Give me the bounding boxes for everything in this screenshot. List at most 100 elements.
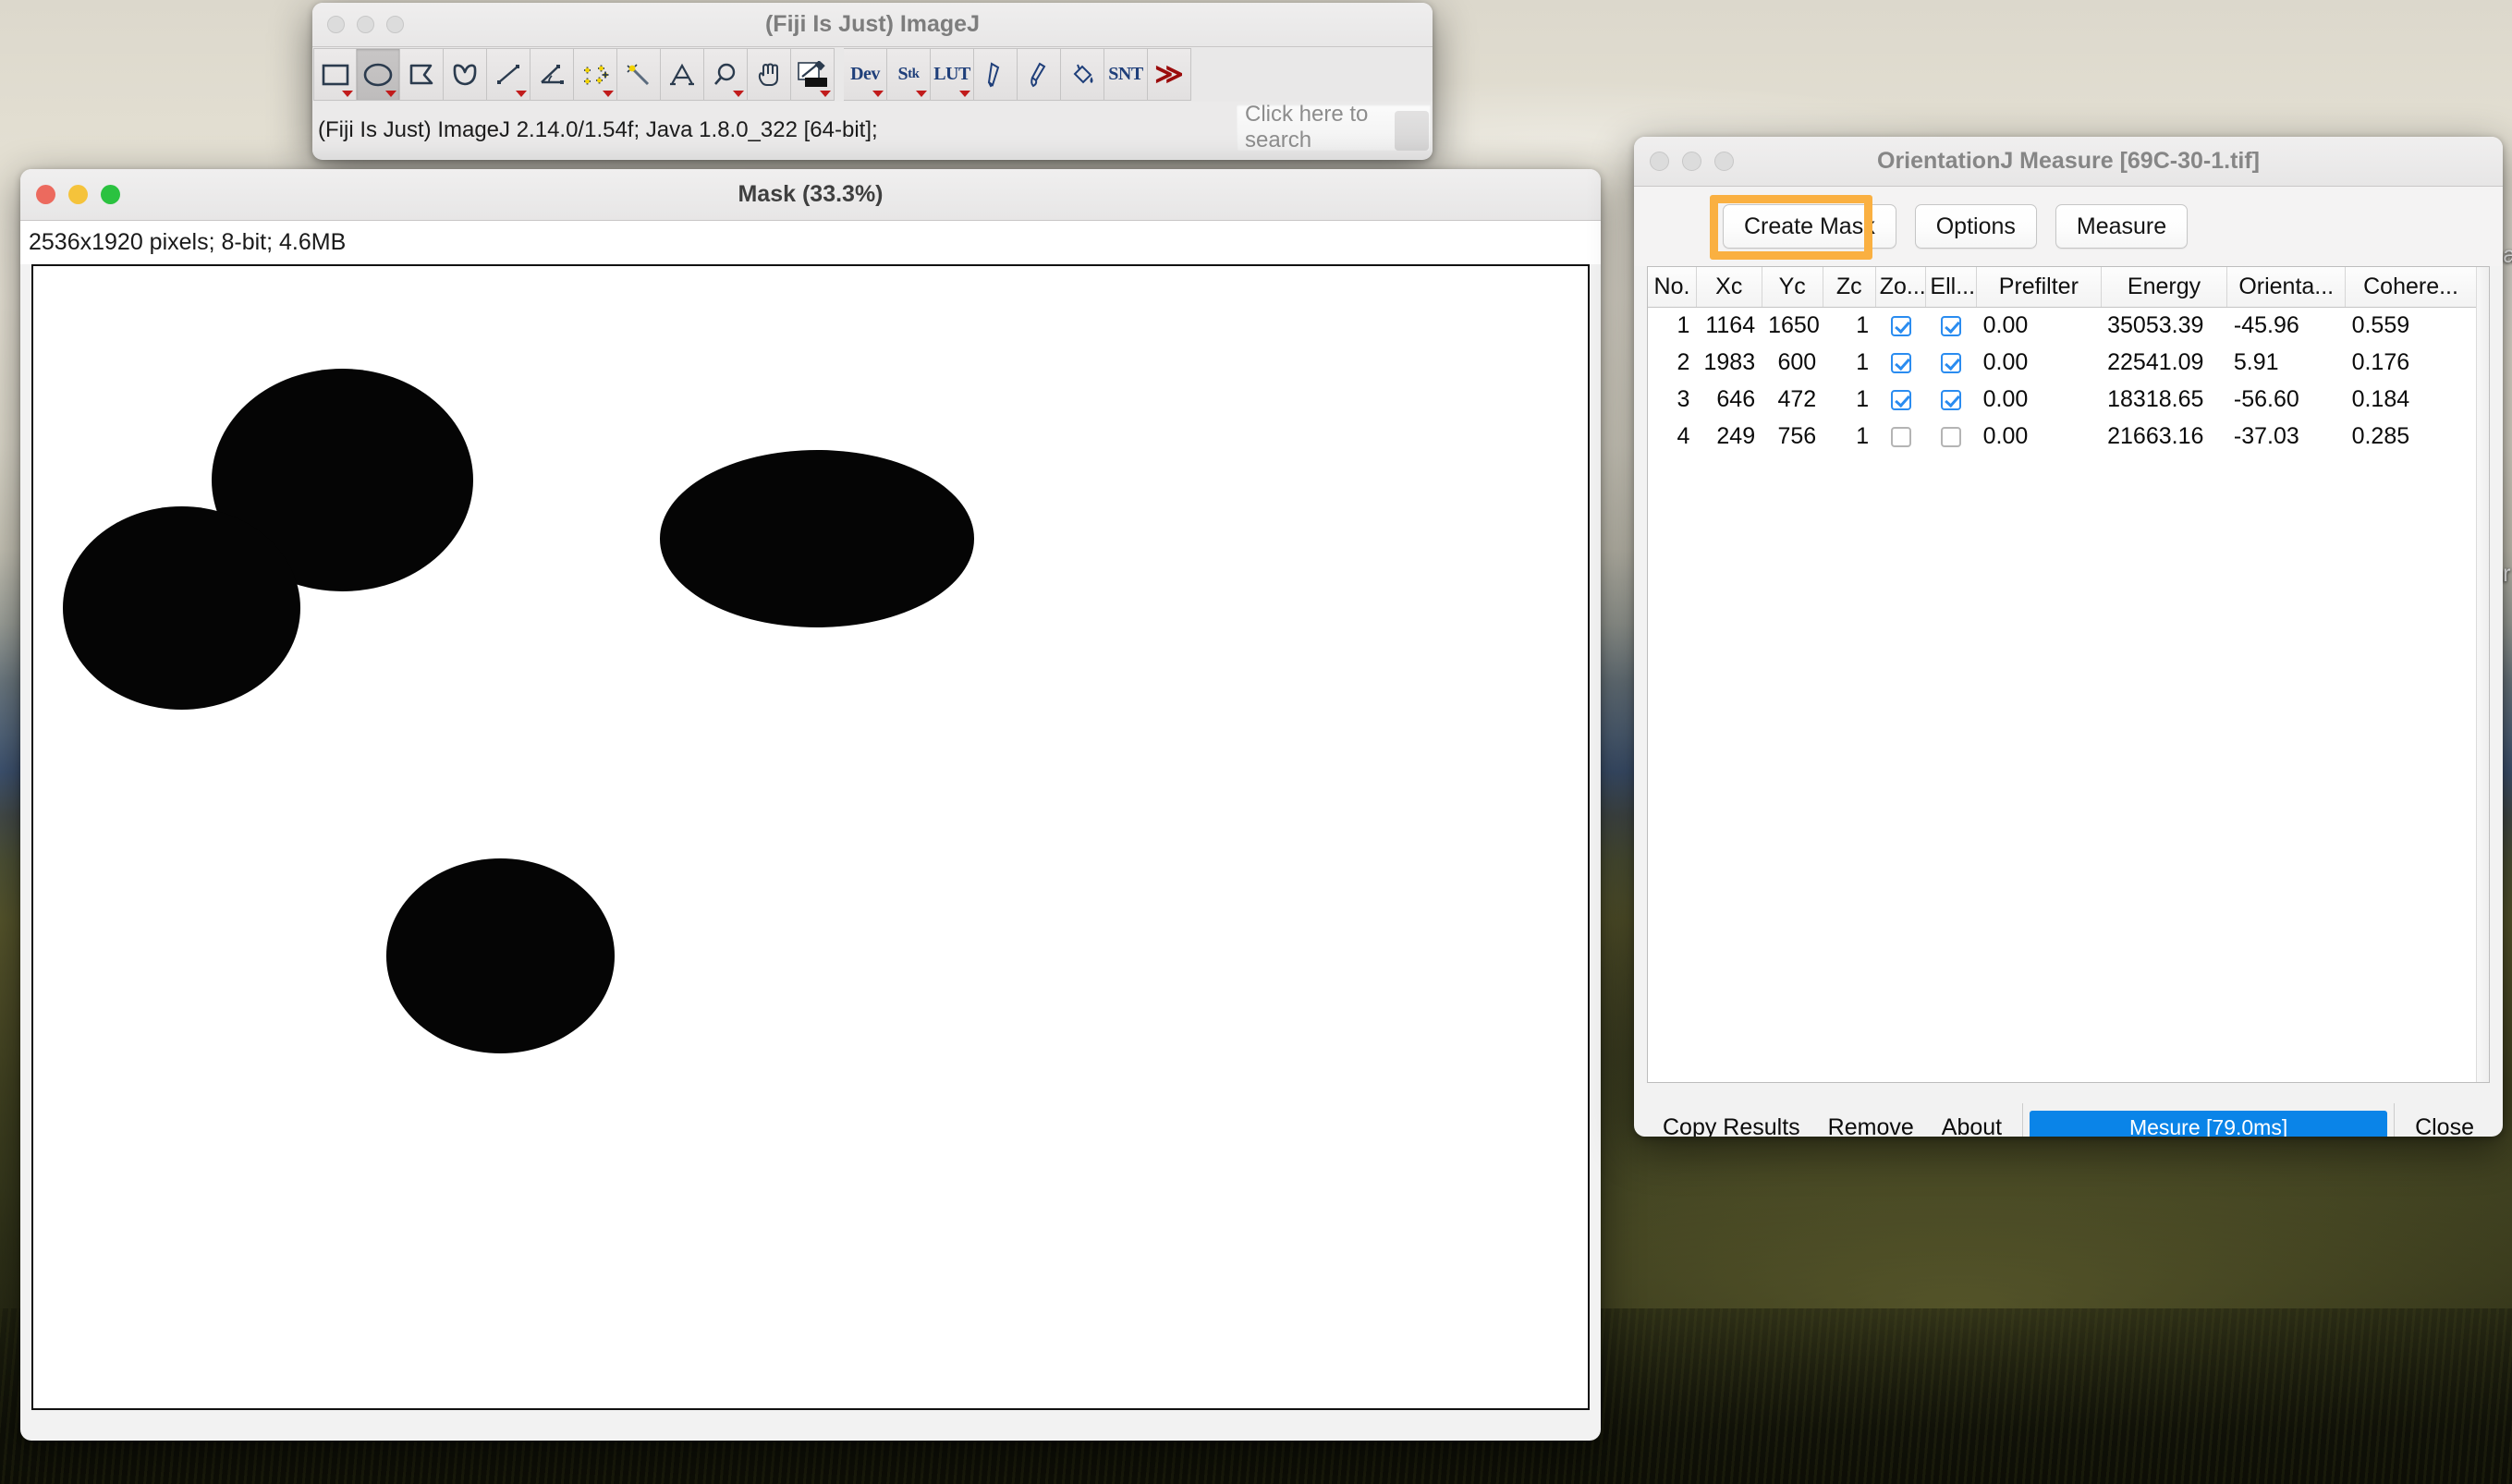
ellipse-checkbox[interactable] xyxy=(1941,389,1962,410)
search-input[interactable]: Click here to search xyxy=(1237,102,1431,152)
table-row[interactable]: 1 1164 1650 1 0.00 35053.39 -45.96 0.559 xyxy=(1648,307,2476,344)
point-tool-arrow-icon[interactable] xyxy=(603,91,614,97)
create-mask-button[interactable]: Create Mask xyxy=(1723,204,1896,249)
imagej-toolbar[interactable]: Dev Stk LUT SNT ≫ xyxy=(312,47,1433,102)
mask-titlebar[interactable]: Mask (33.3%) xyxy=(20,169,1601,221)
cell-zoom[interactable] xyxy=(1875,381,1926,418)
results-table[interactable]: No. Xc Yc Zc Zo... Ell... Prefilter Ener… xyxy=(1648,267,2476,1082)
col-no[interactable]: No. xyxy=(1648,267,1697,308)
col-energy[interactable]: Energy xyxy=(2101,267,2228,308)
cell-ellipse[interactable] xyxy=(1926,381,1977,418)
point-tool[interactable] xyxy=(574,48,617,101)
col-yc[interactable]: Yc xyxy=(1762,267,1823,308)
orientationj-zoom-button[interactable] xyxy=(1714,152,1734,171)
search-button[interactable] xyxy=(1395,111,1429,151)
cell-zc: 1 xyxy=(1856,422,1870,449)
line-tool-arrow-icon[interactable] xyxy=(516,91,527,97)
table-row[interactable]: 2 1983 600 1 0.00 22541.09 5.91 0.176 xyxy=(1648,344,2476,381)
mask-image-canvas[interactable] xyxy=(33,266,1588,1408)
ellipse-checkbox[interactable] xyxy=(1941,316,1962,337)
imagej-close-button[interactable] xyxy=(327,16,345,33)
results-table-scrollbar[interactable] xyxy=(2476,267,2489,1082)
orientationj-footer: Copy Results Remove About Mesure [79.0ms… xyxy=(1634,1083,2503,1137)
cell-no: 1 xyxy=(1677,311,1690,338)
col-zoom[interactable]: Zo... xyxy=(1875,267,1927,308)
wand-tool[interactable] xyxy=(617,48,661,101)
zoom-checkbox[interactable] xyxy=(1890,426,1911,447)
cell-zoom[interactable] xyxy=(1875,418,1926,455)
close-button[interactable]: Close xyxy=(2401,1114,2488,1137)
zoom-checkbox[interactable] xyxy=(1890,389,1911,410)
oval-tool-arrow-icon[interactable] xyxy=(385,91,396,97)
angle-tool[interactable] xyxy=(530,48,574,101)
table-row[interactable]: 3 646 472 1 0.00 18318.65 -56.60 0.184 xyxy=(1648,381,2476,418)
magnifier-tool[interactable] xyxy=(704,48,748,101)
results-table-container[interactable]: No. Xc Yc Zc Zo... Ell... Prefilter Ener… xyxy=(1647,266,2490,1083)
line-tool[interactable] xyxy=(487,48,530,101)
col-ellipse[interactable]: Ell... xyxy=(1925,267,1978,308)
ellipse-checkbox[interactable] xyxy=(1941,352,1962,373)
stk-button-arrow-icon[interactable] xyxy=(916,91,927,97)
magnifier-tool-arrow-icon[interactable] xyxy=(733,91,744,97)
orientationj-titlebar[interactable]: OrientationJ Measure [69C-30-1.tif] xyxy=(1634,137,2503,187)
mask-image-window[interactable]: Mask (33.3%) 2536x1920 pixels; 8-bit; 4.… xyxy=(20,169,1601,1441)
rectangle-tool[interactable] xyxy=(313,48,357,101)
imagej-minimize-button[interactable] xyxy=(357,16,374,33)
cell-zoom[interactable] xyxy=(1875,307,1926,344)
imagej-main-window[interactable]: (Fiji Is Just) ImageJ Dev S tk LUT SNT ≫… xyxy=(312,3,1433,160)
orientationj-measure-window[interactable]: OrientationJ Measure [69C-30-1.tif] Crea… xyxy=(1634,137,2503,1137)
imagej-zoom-button[interactable] xyxy=(386,16,404,33)
ellipse-checkbox[interactable] xyxy=(1941,426,1962,447)
cell-ellipse[interactable] xyxy=(1926,418,1977,455)
copy-results-button[interactable]: Copy Results xyxy=(1649,1114,1814,1137)
stk-button[interactable]: Stk xyxy=(887,48,931,101)
mask-window-controls[interactable] xyxy=(20,185,120,204)
fill-button[interactable] xyxy=(1061,48,1104,101)
text-tool[interactable] xyxy=(661,48,704,101)
orientationj-close-button[interactable] xyxy=(1650,152,1669,171)
table-header-row: No. Xc Yc Zc Zo... Ell... Prefilter Ener… xyxy=(1648,267,2476,308)
brush-button[interactable] xyxy=(1018,48,1061,101)
zoom-checkbox[interactable] xyxy=(1890,316,1911,337)
mask-minimize-button[interactable] xyxy=(68,185,88,204)
imagej-window-controls[interactable] xyxy=(312,16,404,33)
options-button[interactable]: Options xyxy=(1914,204,2037,249)
col-xc[interactable]: Xc xyxy=(1696,267,1762,308)
measure-progress-bar[interactable]: Mesure [79.0ms] xyxy=(2030,1111,2388,1137)
about-button[interactable]: About xyxy=(1928,1114,2016,1137)
dev-button[interactable]: Dev xyxy=(844,48,887,101)
col-orientation[interactable]: Orienta... xyxy=(2226,267,2347,308)
dropper-tool-arrow-icon[interactable] xyxy=(820,91,831,97)
mask-close-button[interactable] xyxy=(36,185,55,204)
cell-zc: 1 xyxy=(1856,385,1870,412)
zoom-checkbox[interactable] xyxy=(1890,352,1911,373)
cell-ellipse[interactable] xyxy=(1926,307,1977,344)
more-button[interactable]: ≫ xyxy=(1148,48,1191,101)
lut-button[interactable]: LUT xyxy=(931,48,974,101)
orientationj-window-controls[interactable] xyxy=(1634,152,1734,171)
imagej-titlebar[interactable]: (Fiji Is Just) ImageJ xyxy=(312,3,1433,47)
pencil-button[interactable] xyxy=(974,48,1018,101)
dev-button-arrow-icon[interactable] xyxy=(872,91,884,97)
remove-button[interactable]: Remove xyxy=(1814,1114,1928,1137)
hand-tool[interactable] xyxy=(748,48,791,101)
dropper-tool[interactable] xyxy=(791,48,835,101)
cell-zoom[interactable] xyxy=(1875,344,1926,381)
cell-yc: 472 xyxy=(1777,385,1817,412)
polygon-tool[interactable] xyxy=(400,48,444,101)
freehand-tool[interactable] xyxy=(444,48,487,101)
snt-button[interactable]: SNT xyxy=(1104,48,1148,101)
col-coherency[interactable]: Cohere... xyxy=(2345,267,2476,308)
col-zc[interactable]: Zc xyxy=(1823,267,1876,308)
cell-orientation: 5.91 xyxy=(2233,348,2279,375)
rectangle-tool-arrow-icon[interactable] xyxy=(342,91,353,97)
oval-tool[interactable] xyxy=(357,48,400,101)
cell-energy: 18318.65 xyxy=(2107,385,2204,412)
cell-ellipse[interactable] xyxy=(1926,344,1977,381)
table-row[interactable]: 4 249 756 1 0.00 21663.16 -37.03 0.285 xyxy=(1648,418,2476,455)
measure-button[interactable]: Measure xyxy=(2055,204,2189,249)
lut-button-arrow-icon[interactable] xyxy=(959,91,970,97)
col-prefilter[interactable]: Prefilter xyxy=(1976,267,2102,308)
orientationj-minimize-button[interactable] xyxy=(1682,152,1701,171)
mask-zoom-button[interactable] xyxy=(101,185,120,204)
